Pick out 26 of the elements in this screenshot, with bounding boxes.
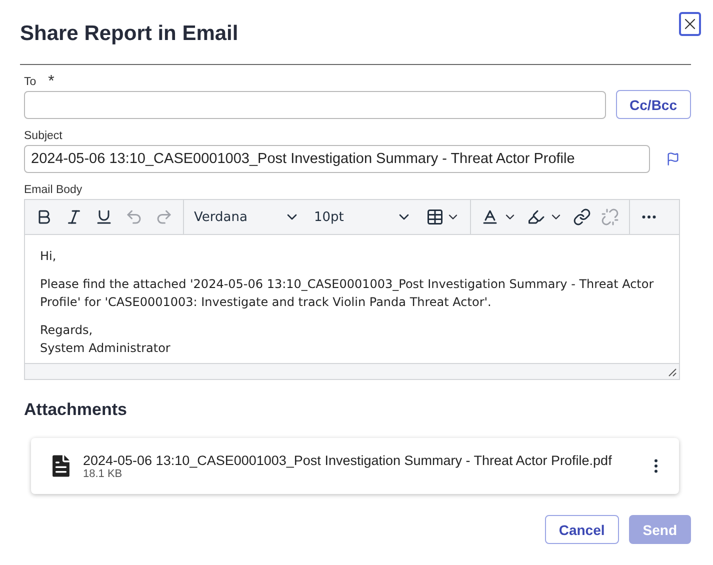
cc-bcc-button[interactable]: Cc/Bcc xyxy=(616,90,691,119)
text-color-button[interactable] xyxy=(481,208,499,226)
dialog-title: Share Report in Email xyxy=(20,22,238,46)
table-icon[interactable] xyxy=(426,208,444,226)
font-select[interactable]: Verdana xyxy=(194,209,300,225)
subject-input-field[interactable]: 2024-05-06 13:10_CASE0001003_Post Investigation Summary - Threat Actor Profile xyxy=(24,145,650,173)
required-mark: * xyxy=(48,77,54,87)
highlighter-button[interactable] xyxy=(527,208,545,226)
field-label: Subject xyxy=(24,130,64,142)
cancel-button[interactable]: Cancel xyxy=(544,515,619,544)
rich-text-editor[interactable] xyxy=(24,199,680,380)
field-label: To xyxy=(24,76,36,88)
body-paragraph: Please find the attached '2024-05-06 13:10_CASE0001003_Post Investigation Summary - Threat Actor Profile' for 'CASE0001003: Investigate and track Violin Panda Threat Actor'. xyxy=(40,276,655,311)
body-paragraph: Hi, xyxy=(40,248,58,265)
to-input-field[interactable] xyxy=(24,90,606,118)
link-button[interactable] xyxy=(573,208,591,226)
file-size: 18.1 KB xyxy=(83,468,124,480)
font-size-select[interactable]: 10pt xyxy=(314,209,412,225)
underline-button[interactable] xyxy=(95,208,113,226)
file-name: 2024-05-06 13:10_CASE0001003_Post Investigation Summary - Threat Actor Profile.pdf xyxy=(83,452,613,468)
section-heading: Attachments xyxy=(24,400,128,420)
resize-handle-icon[interactable] xyxy=(668,368,677,377)
body-paragraph: Regards, System Administrator xyxy=(40,322,172,357)
italic-button[interactable] xyxy=(65,208,83,226)
flag-icon[interactable] xyxy=(666,152,680,166)
field-label: Email Body xyxy=(24,184,84,196)
